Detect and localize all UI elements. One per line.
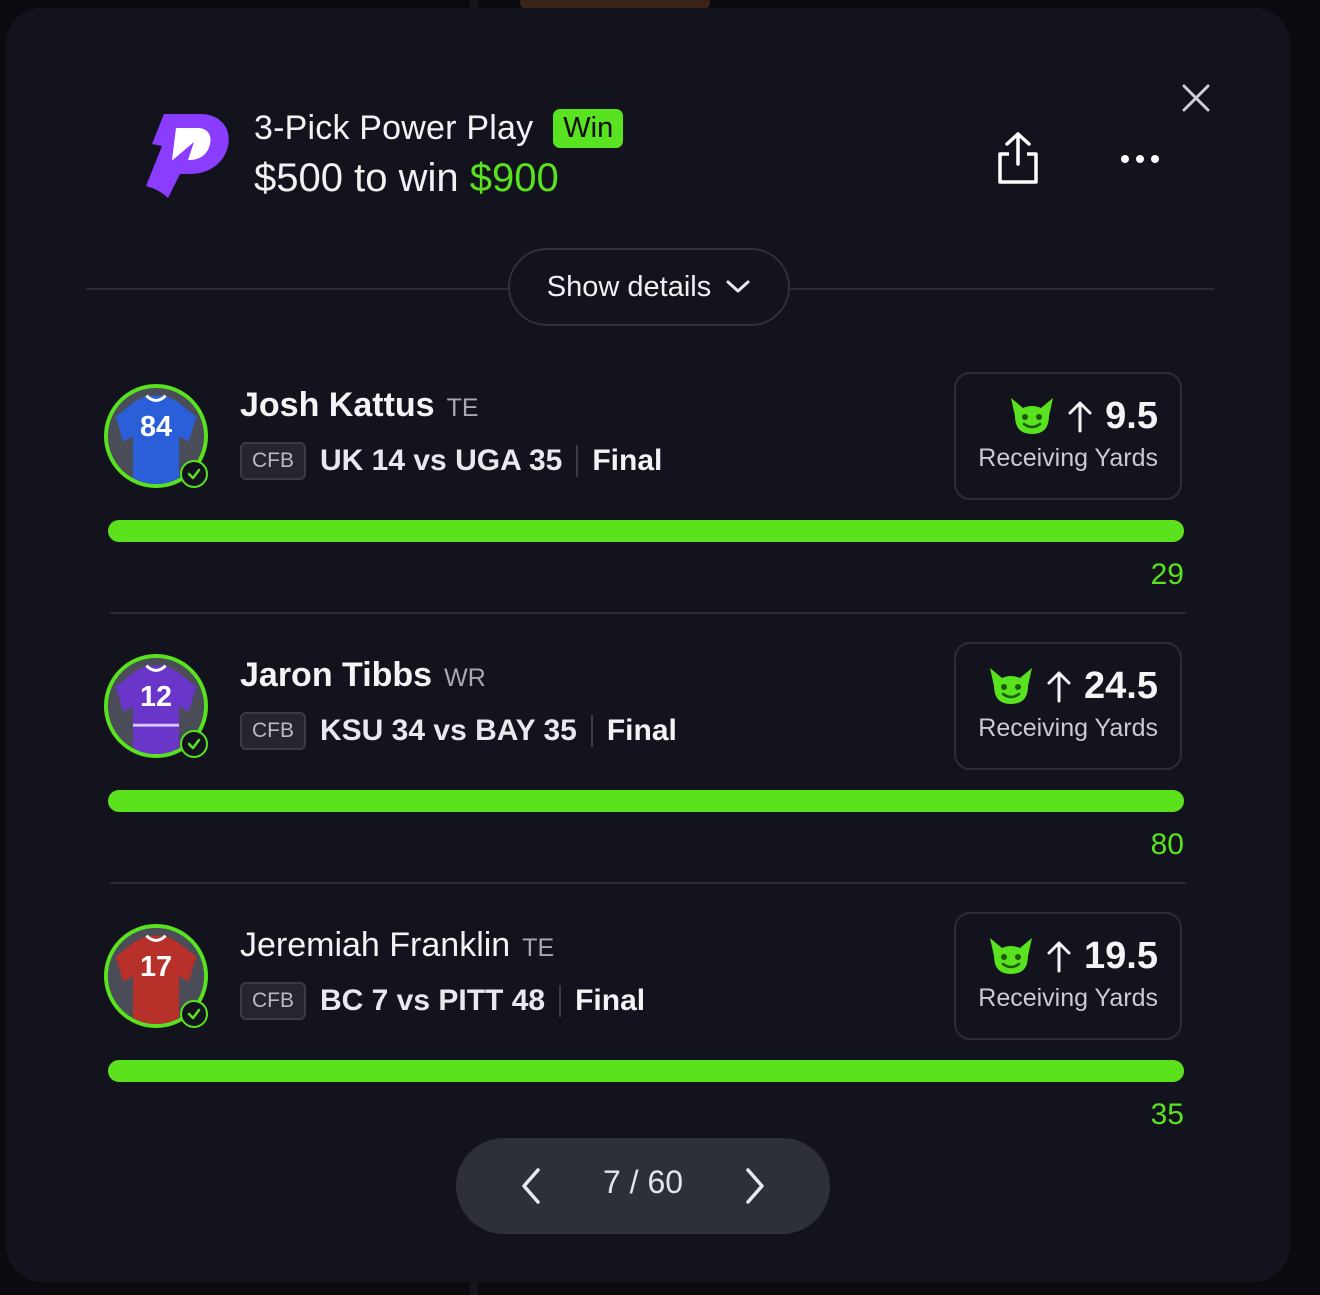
divider: [110, 882, 1186, 884]
game-line: CFB UK 14 vs UGA 35 Final: [240, 442, 662, 480]
chevron-right-icon[interactable]: [734, 1164, 774, 1208]
payout-amount: $900: [469, 156, 559, 200]
progress-bar: [108, 1060, 1184, 1082]
pick-row[interactable]: 12 Jaron Tibbs WR CFB KSU 34 vs BAY 35 F…: [104, 642, 1184, 904]
svg-text:17: 17: [140, 951, 172, 983]
line-value: 19.5: [1084, 934, 1158, 977]
arrow-up-icon: [1047, 941, 1071, 973]
line-value: 24.5: [1084, 664, 1158, 707]
entry-title: 3-Pick Power Play: [254, 108, 534, 147]
player-position: WR: [444, 664, 486, 692]
more-icon[interactable]: [1116, 142, 1164, 176]
stake-summary: $500 to win $900: [254, 156, 559, 201]
player-name: Jeremiah Franklin: [240, 926, 511, 964]
separator: [590, 715, 593, 747]
check-icon: [180, 460, 208, 488]
separator: [576, 445, 579, 477]
chevron-down-icon: [726, 280, 750, 293]
player-line: Jeremiah Franklin TE: [240, 926, 554, 965]
progress-bar: [108, 520, 1184, 542]
arrow-up-icon: [1068, 401, 1092, 433]
player-line: Jaron Tibbs WR: [240, 656, 486, 695]
projection-card: 19.5 Receiving Yards: [954, 912, 1182, 1040]
projection-card: 9.5 Receiving Yards: [954, 372, 1182, 500]
game-line: CFB KSU 34 vs BAY 35 Final: [240, 712, 677, 750]
prizepicks-logo: [146, 114, 229, 198]
svg-text:12: 12: [140, 681, 172, 713]
screen: 3-Pick Power Play Win $500 to win $900 S…: [0, 0, 1320, 1295]
show-details-label: Show details: [546, 270, 712, 303]
actual-value: 29: [1150, 558, 1184, 591]
more-dot: [1136, 155, 1144, 163]
pick-row[interactable]: 84 Josh Kattus TE CFB UK 14 vs UGA 35 Fi…: [104, 372, 1184, 634]
league-tag: CFB: [240, 442, 306, 480]
pick-row[interactable]: 17 Jeremiah Franklin TE CFB BC 7 vs PITT…: [104, 912, 1184, 1174]
entry-title-row: 3-Pick Power Play Win: [254, 106, 624, 150]
svg-text:84: 84: [140, 411, 172, 443]
matchup: UK 14 vs UGA 35: [320, 444, 563, 477]
close-icon[interactable]: [1176, 78, 1216, 118]
arrow-up-icon: [1047, 671, 1071, 703]
entry-pager: 7 / 60: [456, 1138, 830, 1234]
stat-type: Receiving Yards: [978, 984, 1158, 1012]
game-status: Final: [592, 444, 663, 477]
matchup: KSU 34 vs BAY 35: [320, 714, 577, 747]
more-dot: [1121, 155, 1129, 163]
more-dot: [1151, 155, 1159, 163]
player-name: Jaron Tibbs: [240, 656, 433, 694]
divider: [86, 288, 514, 290]
actual-value: 80: [1150, 828, 1184, 861]
progress-bar: [108, 790, 1184, 812]
progress-fill: [108, 790, 1184, 812]
game-line: CFB BC 7 vs PITT 48 Final: [240, 982, 645, 1020]
player-name: Josh Kattus: [240, 386, 435, 424]
divider: [788, 288, 1214, 290]
share-icon[interactable]: [992, 130, 1044, 188]
game-status: Final: [575, 984, 646, 1017]
check-icon: [180, 730, 208, 758]
progress-fill: [108, 1060, 1184, 1082]
check-icon: [180, 1000, 208, 1028]
player-position: TE: [522, 934, 555, 962]
goblin-icon: [1011, 398, 1054, 434]
separator: [559, 985, 562, 1017]
stat-type: Receiving Yards: [978, 714, 1158, 742]
goblin-icon: [990, 668, 1033, 704]
league-tag: CFB: [240, 982, 306, 1020]
projection-card: 24.5 Receiving Yards: [954, 642, 1182, 770]
matchup: BC 7 vs PITT 48: [320, 984, 546, 1017]
league-tag: CFB: [240, 712, 306, 750]
player-line: Josh Kattus TE: [240, 386, 479, 425]
game-status: Final: [606, 714, 677, 747]
actual-value: 35: [1150, 1098, 1184, 1131]
stat-type: Receiving Yards: [978, 444, 1158, 472]
show-details-button[interactable]: Show details: [508, 248, 790, 326]
line-value: 9.5: [1105, 394, 1158, 437]
progress-fill: [108, 520, 1184, 542]
stake-text: $500 to win: [254, 156, 470, 200]
divider: [110, 612, 1186, 614]
player-position: TE: [446, 394, 479, 422]
goblin-icon: [990, 938, 1033, 974]
win-badge: Win: [553, 108, 624, 148]
